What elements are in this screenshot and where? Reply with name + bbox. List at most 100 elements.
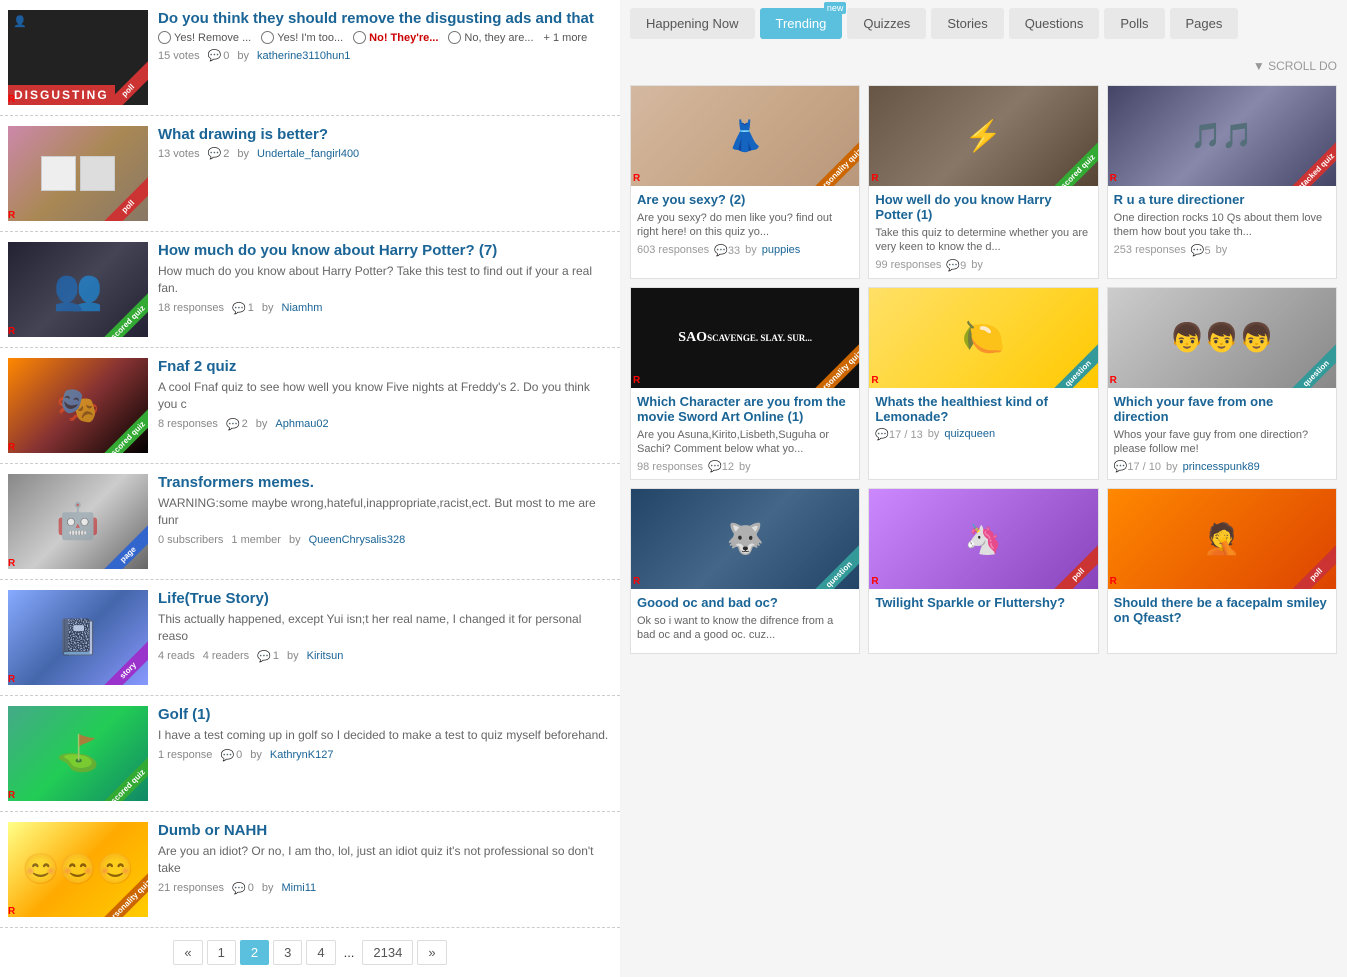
tab-pages[interactable]: Pages xyxy=(1170,8,1239,39)
type-badge: stacked quiz xyxy=(1287,142,1336,186)
author[interactable]: QueenChrysalis328 xyxy=(309,534,406,546)
card-title[interactable]: Twilight Sparkle or Fluttershy? xyxy=(875,595,1091,610)
comment-count: 💬2 xyxy=(226,418,248,431)
card-meta: 99 responses 💬9 by xyxy=(875,259,1091,272)
card-body: Should there be a facepalm smiley on Qfe… xyxy=(1108,589,1336,635)
tab-quizzes[interactable]: Quizzes xyxy=(847,8,926,39)
next-page-button[interactable]: » xyxy=(417,940,446,965)
poll-option[interactable]: No, they are... xyxy=(448,31,533,44)
author[interactable]: katherine3110hun1 xyxy=(257,50,350,62)
author[interactable]: Kiritsun xyxy=(307,650,344,662)
author[interactable]: princesspunk89 xyxy=(1183,461,1260,473)
page-1-button[interactable]: 1 xyxy=(207,940,236,965)
list-item: 👤 DISGUSTING R poll Do you think they sh… xyxy=(0,0,620,116)
card-desc: Are you sexy? do men like you? find out … xyxy=(637,211,853,240)
comment-count: 💬17 / 13 xyxy=(875,428,922,441)
item-content: Do you think they should remove the disg… xyxy=(148,10,612,105)
card-title[interactable]: Whats the healthiest kind of Lemonade? xyxy=(875,394,1091,424)
author[interactable]: Undertale_fangirl400 xyxy=(257,148,359,160)
comment-count: 💬33 xyxy=(714,244,740,257)
item-title[interactable]: Dumb or NAHH xyxy=(158,822,612,839)
type-badge: page xyxy=(99,525,148,569)
card-title[interactable]: Are you sexy? (2) xyxy=(637,192,853,207)
item-desc: Are you an idiot? Or no, I am tho, lol, … xyxy=(158,843,612,877)
card-body: Twilight Sparkle or Fluttershy? xyxy=(869,589,1097,620)
item-title[interactable]: Do you think they should remove the disg… xyxy=(158,10,612,27)
author-label: by xyxy=(250,749,262,761)
r-mark: R xyxy=(8,674,15,685)
grid-card: SAOSCAVENGE. SLAY. SUR... R personality … xyxy=(630,287,860,481)
card-title[interactable]: Which your fave from one direction xyxy=(1114,394,1330,424)
item-thumbnail: 🎭 R scored quiz xyxy=(8,358,148,453)
author[interactable]: quizqueen xyxy=(944,428,995,440)
list-item: 😊😊😊 R personality quiz Dumb or NAHH Are … xyxy=(0,812,620,928)
list-item: 🤖 R page Transformers memes. WARNING:som… xyxy=(0,464,620,580)
item-meta: 18 responses 💬1 by Niamhm xyxy=(158,302,612,315)
card-body: Which your fave from one direction Whos … xyxy=(1108,388,1336,480)
type-badge: personality quiz xyxy=(810,344,859,388)
page-last-button[interactable]: 2134 xyxy=(362,940,413,965)
tab-polls[interactable]: Polls xyxy=(1104,8,1164,39)
card-title[interactable]: R u a ture directioner xyxy=(1114,192,1330,207)
item-meta: 0 subscribers 1 member by QueenChrysalis… xyxy=(158,534,612,546)
type-badge: personality quiz xyxy=(99,873,148,917)
response-count: 18 responses xyxy=(158,302,224,314)
item-title[interactable]: How much do you know about Harry Potter?… xyxy=(158,242,612,259)
grid-card: 🦄 R poll Twilight Sparkle or Fluttershy? xyxy=(868,488,1098,654)
r-mark: R xyxy=(8,326,15,337)
item-title[interactable]: What drawing is better? xyxy=(158,126,612,143)
tab-happening-now[interactable]: Happening Now xyxy=(630,8,755,39)
item-title[interactable]: Fnaf 2 quiz xyxy=(158,358,612,375)
tab-questions[interactable]: Questions xyxy=(1009,8,1100,39)
author[interactable]: Mimi11 xyxy=(282,882,317,894)
r-mark: R xyxy=(8,442,15,453)
poll-option[interactable]: Yes! I'm too... xyxy=(261,31,343,44)
type-badge: scored quiz xyxy=(1048,142,1097,186)
response-count: 98 responses xyxy=(637,461,703,473)
poll-option[interactable]: No! They're... xyxy=(353,31,438,44)
item-thumbnail: 👥 R scored quiz xyxy=(8,242,148,337)
type-badge: question xyxy=(1048,344,1097,388)
card-body: How well do you know Harry Potter (1) Ta… xyxy=(869,186,1097,278)
card-thumbnail: 🦄 R poll xyxy=(869,489,1097,589)
item-meta: 21 responses 💬0 by Mimi11 xyxy=(158,882,612,895)
author-label: by xyxy=(256,418,268,430)
response-count: 21 responses xyxy=(158,882,224,894)
item-title[interactable]: Transformers memes. xyxy=(158,474,612,491)
item-title[interactable]: Life(True Story) xyxy=(158,590,612,607)
author-label: by xyxy=(262,302,274,314)
item-content: What drawing is better? 13 votes 💬2 by U… xyxy=(148,126,612,221)
prev-page-button[interactable]: « xyxy=(173,940,202,965)
list-item: 👥 R scored quiz How much do you know abo… xyxy=(0,232,620,348)
type-badge: poll xyxy=(1287,545,1336,589)
card-title[interactable]: Which Character are you from the movie S… xyxy=(637,394,853,424)
author-label: by xyxy=(289,534,301,546)
tab-stories[interactable]: Stories xyxy=(931,8,1003,39)
author-label: by xyxy=(237,50,249,62)
card-title[interactable]: How well do you know Harry Potter (1) xyxy=(875,192,1091,222)
type-badge: poll xyxy=(99,61,148,105)
left-column: 👤 DISGUSTING R poll Do you think they sh… xyxy=(0,0,620,977)
item-title[interactable]: Golf (1) xyxy=(158,706,612,723)
author-label: by xyxy=(1216,244,1228,256)
author[interactable]: Aphmau02 xyxy=(275,418,328,430)
author-label: by xyxy=(928,428,940,440)
r-mark: R xyxy=(633,576,640,587)
poll-option[interactable]: Yes! Remove ... xyxy=(158,31,251,44)
r-mark: R xyxy=(871,375,878,386)
nav-tabs: Happening Now Trending new Quizzes Stori… xyxy=(630,0,1337,47)
tab-trending[interactable]: Trending new xyxy=(760,8,843,39)
author[interactable]: Niamhm xyxy=(282,302,323,314)
page-2-button[interactable]: 2 xyxy=(240,940,269,965)
page-4-button[interactable]: 4 xyxy=(306,940,335,965)
author[interactable]: puppies xyxy=(762,244,801,256)
page-3-button[interactable]: 3 xyxy=(273,940,302,965)
response-count: 1 response xyxy=(158,749,212,761)
grid-card: 🤦 R poll Should there be a facepalm smil… xyxy=(1107,488,1337,654)
item-meta: 4 reads 4 readers 💬1 by Kiritsun xyxy=(158,650,612,663)
type-badge: question xyxy=(1287,344,1336,388)
comment-count: 💬9 xyxy=(946,259,966,272)
author[interactable]: KathrynK127 xyxy=(270,749,334,761)
card-title[interactable]: Goood oc and bad oc? xyxy=(637,595,853,610)
card-title[interactable]: Should there be a facepalm smiley on Qfe… xyxy=(1114,595,1330,625)
